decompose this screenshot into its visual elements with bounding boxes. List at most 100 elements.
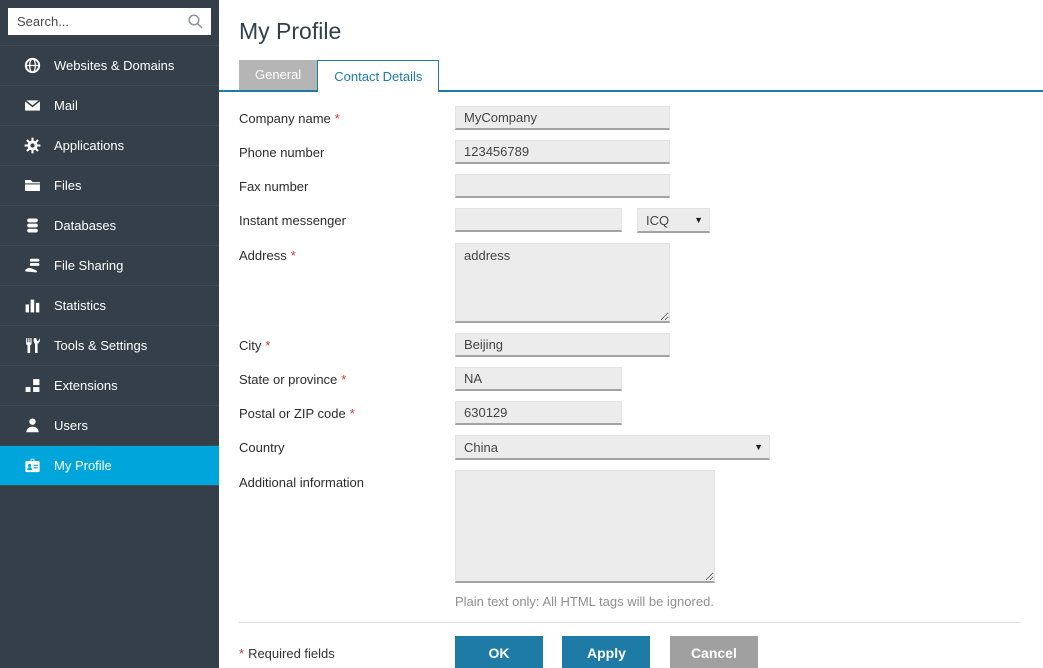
plesk-app: Websites & Domains Mail Applications Fil… — [0, 0, 1043, 668]
tools-icon — [24, 337, 41, 354]
additional-info-textarea[interactable] — [455, 470, 715, 583]
fax-number-label: Fax number — [239, 174, 455, 198]
company-name-input[interactable] — [455, 106, 670, 130]
state-input[interactable] — [455, 367, 622, 391]
address-textarea[interactable]: address — [455, 243, 670, 323]
sidebar-item-users[interactable]: Users — [0, 406, 219, 446]
field-label-text: Address — [239, 248, 287, 263]
sidebar-item-label: Mail — [54, 98, 78, 113]
field-label-text: Country — [239, 440, 285, 455]
sidebar-item-files[interactable]: Files — [0, 166, 219, 206]
form-row-instant-messenger: Instant messenger ICQ ▼ — [239, 208, 1043, 233]
sidebar-item-label: Applications — [54, 138, 124, 153]
main-content: My Profile General Contact Details Compa… — [219, 0, 1043, 668]
form-row-address: Address * address — [239, 243, 1043, 323]
field-label-text: City — [239, 338, 261, 353]
form-footer: * Required fields OK Apply Cancel — [219, 623, 1043, 668]
search-input[interactable] — [8, 8, 211, 35]
zip-label: Postal or ZIP code * — [239, 401, 455, 425]
required-fields-note: * Required fields — [239, 646, 455, 661]
country-select-wrap: China ▼ — [455, 435, 770, 460]
required-asterisk: * — [239, 646, 244, 661]
apply-button[interactable]: Apply — [562, 636, 650, 668]
page-title: My Profile — [239, 18, 1043, 45]
sidebar: Websites & Domains Mail Applications Fil… — [0, 0, 219, 668]
field-label-text: Phone number — [239, 145, 324, 160]
address-label: Address * — [239, 243, 455, 323]
field-label-text: Postal or ZIP code — [239, 406, 346, 421]
field-label-text: Fax number — [239, 179, 308, 194]
user-icon — [24, 417, 41, 434]
form-row-company-name: Company name* — [239, 106, 1043, 130]
form-row-country: Country China ▼ — [239, 435, 1043, 460]
sidebar-item-extensions[interactable]: Extensions — [0, 366, 219, 406]
sidebar-item-applications[interactable]: Applications — [0, 126, 219, 166]
zip-input[interactable] — [455, 401, 622, 425]
required-asterisk: * — [265, 338, 270, 353]
contact-details-form: Company name* Phone number Fax number In… — [219, 92, 1043, 609]
field-label-text: Instant messenger — [239, 213, 346, 228]
sidebar-item-label: Tools & Settings — [54, 338, 147, 353]
required-asterisk: * — [291, 248, 296, 263]
sidebar-item-file-sharing[interactable]: File Sharing — [0, 246, 219, 286]
globe-icon — [24, 57, 41, 74]
form-row-additional-info: Additional information Plain text only: … — [239, 470, 1043, 609]
tab-general[interactable]: General — [239, 60, 317, 90]
form-row-state: State or province * — [239, 367, 1043, 391]
fax-number-input[interactable] — [455, 174, 670, 198]
country-select[interactable]: China — [455, 435, 770, 460]
additional-info-field: Plain text only: All HTML tags will be i… — [455, 470, 715, 609]
plain-text-note: Plain text only: All HTML tags will be i… — [455, 594, 715, 609]
folder-icon — [24, 177, 41, 194]
extensions-icon — [24, 377, 41, 394]
sidebar-item-my-profile[interactable]: My Profile — [0, 446, 219, 486]
search-box — [8, 8, 211, 35]
tab-bar: General Contact Details — [219, 60, 1043, 92]
required-asterisk: * — [335, 111, 340, 126]
button-row: OK Apply Cancel — [455, 636, 773, 668]
gear-icon — [24, 137, 41, 154]
field-label-text: State or province — [239, 372, 337, 387]
form-row-zip: Postal or ZIP code * — [239, 401, 1043, 425]
form-row-phone-number: Phone number — [239, 140, 1043, 164]
city-label: City * — [239, 333, 455, 357]
sidebar-nav: Websites & Domains Mail Applications Fil… — [0, 45, 219, 486]
city-input[interactable] — [455, 333, 670, 357]
additional-info-label: Additional information — [239, 470, 455, 609]
sidebar-item-databases[interactable]: Databases — [0, 206, 219, 246]
sidebar-item-mail[interactable]: Mail — [0, 86, 219, 126]
company-name-label: Company name* — [239, 106, 455, 130]
required-note-text: Required fields — [248, 646, 335, 661]
sidebar-item-label: Statistics — [54, 298, 106, 313]
cancel-button[interactable]: Cancel — [670, 636, 758, 668]
database-icon — [24, 217, 41, 234]
search-icon — [187, 13, 204, 30]
sidebar-item-label: My Profile — [54, 458, 112, 473]
instant-messenger-label: Instant messenger — [239, 208, 455, 233]
mail-icon — [24, 97, 41, 114]
sidebar-item-label: File Sharing — [54, 258, 123, 273]
file-sharing-icon — [24, 257, 41, 274]
bar-chart-icon — [24, 297, 41, 314]
sidebar-item-label: Users — [54, 418, 88, 433]
instant-messenger-input[interactable] — [455, 208, 622, 232]
ok-button[interactable]: OK — [455, 636, 543, 668]
sidebar-item-label: Websites & Domains — [54, 58, 174, 73]
required-asterisk: * — [350, 406, 355, 421]
sidebar-item-label: Files — [54, 178, 81, 193]
im-type-select-wrap: ICQ ▼ — [637, 208, 710, 233]
sidebar-item-tools-settings[interactable]: Tools & Settings — [0, 326, 219, 366]
sidebar-item-websites-domains[interactable]: Websites & Domains — [0, 46, 219, 86]
im-type-select[interactable]: ICQ — [637, 208, 710, 233]
country-label: Country — [239, 435, 455, 460]
sidebar-item-label: Extensions — [54, 378, 118, 393]
state-label: State or province * — [239, 367, 455, 391]
form-row-fax-number: Fax number — [239, 174, 1043, 198]
id-badge-icon — [24, 457, 41, 474]
sidebar-item-label: Databases — [54, 218, 116, 233]
required-asterisk: * — [341, 372, 346, 387]
field-label-text: Additional information — [239, 475, 364, 490]
sidebar-item-statistics[interactable]: Statistics — [0, 286, 219, 326]
tab-contact-details[interactable]: Contact Details — [317, 60, 439, 92]
phone-number-input[interactable] — [455, 140, 670, 164]
